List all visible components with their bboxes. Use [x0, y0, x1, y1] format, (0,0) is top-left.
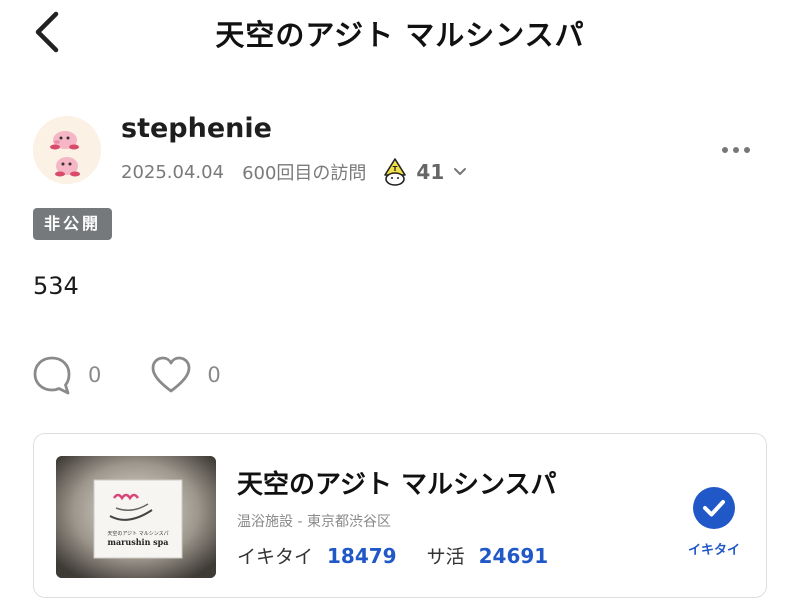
heart-icon [151, 356, 191, 393]
post-body: 534 [33, 272, 79, 300]
avatar-image [33, 116, 101, 184]
sign-small-text: 天空のアジト マルシンスパ [107, 530, 168, 537]
facility-name: 天空のアジト マルシンスパ [237, 470, 557, 500]
facility-card[interactable]: 天空のアジト マルシンスパ marushin spa 天空のアジト マルシンスパ… [33, 433, 767, 598]
sakatsu-label: サ活 [426, 546, 465, 568]
facility-stats: イキタイ 18479 サ活 24691 [237, 542, 548, 569]
ikitai-button-label: イキタイ [687, 543, 740, 558]
svg-text:T: T [393, 165, 398, 173]
private-badge: 非公開 [33, 208, 113, 240]
post-meta: 2025.04.04 600回目の訪問 T 41 [121, 157, 468, 187]
check-circle-icon [693, 487, 735, 529]
sign-large-text: marushin spa [108, 537, 169, 547]
more-horizontal-icon [722, 147, 750, 153]
post-header: stephenie 2025.04.04 600回目の訪問 T 41 [0, 100, 800, 200]
ikitai-count: 18479 [327, 544, 397, 568]
ikitai-button[interactable]: イキタイ [684, 486, 744, 558]
sauna-count: 41 [416, 160, 445, 184]
username[interactable]: stephenie [121, 113, 272, 144]
sakatsu-count: 24691 [478, 544, 549, 568]
post-date: 2025.04.04 [121, 161, 225, 183]
like-button[interactable]: 0 [149, 353, 221, 397]
like-count: 0 [207, 363, 221, 387]
facility-photo: 天空のアジト マルシンスパ marushin spa [56, 456, 216, 578]
visit-count: 600回目の訪問 [242, 163, 367, 184]
chevron-down-icon[interactable] [452, 164, 468, 180]
more-options-button[interactable] [718, 138, 754, 162]
comment-button[interactable]: 0 [30, 353, 101, 397]
page-title: 天空のアジト マルシンスパ [215, 18, 585, 52]
sauna-hat-icon: T [384, 158, 407, 186]
facility-category: 温浴施設 - 東京都渋谷区 [237, 514, 391, 530]
comment-icon [33, 356, 71, 395]
post-actions: 0 0 [30, 352, 221, 398]
avatar[interactable] [33, 116, 101, 184]
facility-image: 天空のアジト マルシンスパ marushin spa [56, 456, 216, 578]
app-header: 天空のアジト マルシンスパ [0, 0, 800, 70]
comment-count: 0 [88, 363, 102, 387]
ikitai-label: イキタイ [237, 546, 314, 568]
